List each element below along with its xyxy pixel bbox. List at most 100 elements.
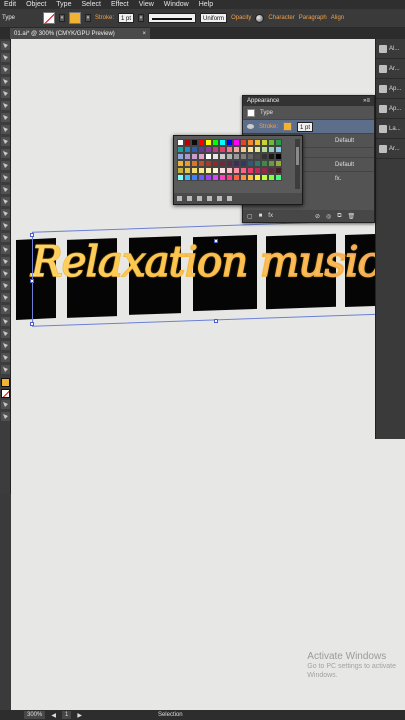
fill-swatch[interactable] bbox=[43, 12, 56, 24]
color-swatch[interactable] bbox=[275, 153, 282, 160]
color-swatch[interactable] bbox=[275, 146, 282, 153]
eraser-tool-icon[interactable] bbox=[1, 173, 10, 182]
color-swatch[interactable] bbox=[268, 167, 275, 174]
color-swatch[interactable] bbox=[198, 160, 205, 167]
stroke-color-icon[interactable] bbox=[1, 389, 10, 398]
color-swatch[interactable] bbox=[226, 146, 233, 153]
color-swatch[interactable] bbox=[191, 174, 198, 181]
add-new-stroke-icon[interactable]: ▢ bbox=[247, 213, 253, 220]
dock-item-layers[interactable]: La... bbox=[376, 119, 405, 139]
color-swatch[interactable] bbox=[212, 146, 219, 153]
column-graph-tool-icon[interactable] bbox=[1, 317, 10, 326]
color-swatch[interactable] bbox=[268, 139, 275, 146]
menu-window[interactable]: Window bbox=[164, 1, 189, 8]
color-swatch[interactable] bbox=[212, 160, 219, 167]
color-swatch[interactable] bbox=[191, 153, 198, 160]
delete-swatch-icon[interactable] bbox=[227, 196, 232, 201]
color-swatch[interactable] bbox=[261, 160, 268, 167]
drawing-mode-icon[interactable] bbox=[1, 400, 10, 409]
color-swatch[interactable] bbox=[240, 174, 247, 181]
color-swatch[interactable] bbox=[261, 174, 268, 181]
selection-tool-icon[interactable] bbox=[1, 41, 10, 50]
scale-tool-icon[interactable] bbox=[1, 197, 10, 206]
color-swatch[interactable] bbox=[205, 139, 212, 146]
duplicate-item-icon[interactable]: ⧉ bbox=[337, 213, 341, 220]
delete-item-icon[interactable]: 🗑 bbox=[348, 213, 356, 220]
eyedropper-tool-icon[interactable] bbox=[1, 281, 10, 290]
color-swatch[interactable] bbox=[212, 174, 219, 181]
stroke-dropdown-icon[interactable]: ▾ bbox=[85, 14, 92, 22]
color-swatch[interactable] bbox=[268, 153, 275, 160]
color-swatch[interactable] bbox=[254, 146, 261, 153]
color-swatch[interactable] bbox=[226, 153, 233, 160]
color-swatch[interactable] bbox=[233, 146, 240, 153]
symbol-sprayer-tool-icon[interactable] bbox=[1, 305, 10, 314]
color-swatch[interactable] bbox=[233, 139, 240, 146]
add-new-fill-icon[interactable]: ■ bbox=[259, 213, 263, 219]
screen-mode-icon[interactable] bbox=[1, 412, 10, 421]
fill-dropdown-icon[interactable]: ▾ bbox=[59, 14, 66, 22]
color-swatch[interactable] bbox=[205, 167, 212, 174]
color-swatch[interactable] bbox=[226, 167, 233, 174]
fill-color-icon[interactable] bbox=[1, 378, 10, 387]
color-swatch[interactable] bbox=[247, 153, 254, 160]
color-swatch[interactable] bbox=[247, 167, 254, 174]
color-swatch[interactable] bbox=[219, 167, 226, 174]
color-swatch[interactable] bbox=[247, 146, 254, 153]
menu-help[interactable]: Help bbox=[199, 1, 213, 8]
handle-middle-left[interactable] bbox=[30, 279, 34, 283]
handle-top-middle[interactable] bbox=[214, 239, 218, 243]
pencil-tool-icon[interactable] bbox=[1, 161, 10, 170]
menu-object[interactable]: Object bbox=[26, 1, 46, 8]
reduce-basic-icon[interactable]: ◎ bbox=[326, 213, 331, 220]
stroke-swatch[interactable] bbox=[69, 12, 82, 24]
visibility-eye-icon[interactable] bbox=[247, 124, 254, 129]
color-swatch[interactable] bbox=[226, 160, 233, 167]
paintbrush-tool-icon[interactable] bbox=[1, 149, 10, 158]
line-tool-icon[interactable] bbox=[1, 125, 10, 134]
appearance-stroke-swatch[interactable] bbox=[283, 122, 293, 131]
color-swatch[interactable] bbox=[219, 153, 226, 160]
menu-view[interactable]: View bbox=[139, 1, 154, 8]
new-color-group-icon[interactable] bbox=[207, 196, 212, 201]
lasso-tool-icon[interactable] bbox=[1, 77, 10, 86]
color-swatch[interactable] bbox=[177, 167, 184, 174]
color-swatch[interactable] bbox=[198, 153, 205, 160]
color-swatch[interactable] bbox=[205, 153, 212, 160]
stroke-weight-dropdown-icon[interactable]: ▾ bbox=[138, 14, 145, 22]
dock-item-artboards[interactable]: Ar... bbox=[376, 59, 405, 79]
direct-selection-tool-icon[interactable] bbox=[1, 53, 10, 62]
color-swatch[interactable] bbox=[268, 174, 275, 181]
color-swatch[interactable] bbox=[191, 167, 198, 174]
appearance-panel-header[interactable]: Appearance »≡ bbox=[243, 96, 374, 106]
color-swatch[interactable] bbox=[198, 139, 205, 146]
show-swatch-kinds-icon[interactable] bbox=[187, 196, 192, 201]
color-swatch[interactable] bbox=[247, 174, 254, 181]
color-swatch[interactable] bbox=[184, 160, 191, 167]
handle-bottom-left[interactable] bbox=[30, 322, 34, 326]
color-swatch[interactable] bbox=[205, 146, 212, 153]
menu-type[interactable]: Type bbox=[56, 1, 71, 8]
color-swatch[interactable] bbox=[219, 139, 226, 146]
color-swatch[interactable] bbox=[198, 146, 205, 153]
color-swatch[interactable] bbox=[240, 139, 247, 146]
color-swatch[interactable] bbox=[198, 174, 205, 181]
color-swatch[interactable] bbox=[212, 139, 219, 146]
color-swatch[interactable] bbox=[184, 167, 191, 174]
type-tool-icon[interactable] bbox=[1, 113, 10, 122]
dock-item-align[interactable]: Al... bbox=[376, 39, 405, 59]
dock-item-artboard[interactable]: Ar... bbox=[376, 139, 405, 159]
appearance-type-row[interactable]: Type bbox=[243, 106, 374, 120]
dock-item-appearance[interactable]: Ap... bbox=[376, 79, 405, 99]
color-swatch[interactable] bbox=[212, 167, 219, 174]
gradient-tool-icon[interactable] bbox=[1, 269, 10, 278]
color-swatch[interactable] bbox=[254, 174, 261, 181]
color-swatch[interactable] bbox=[184, 153, 191, 160]
selection-bounding-box[interactable] bbox=[32, 218, 405, 327]
color-swatch[interactable] bbox=[254, 153, 261, 160]
new-swatch-icon[interactable] bbox=[217, 196, 222, 201]
swatch-options-icon[interactable] bbox=[197, 196, 202, 201]
perspective-grid-tool-icon[interactable] bbox=[1, 245, 10, 254]
stroke-label[interactable]: Stroke: bbox=[95, 15, 114, 21]
dock-item-appearance-2[interactable]: Ap... bbox=[376, 99, 405, 119]
